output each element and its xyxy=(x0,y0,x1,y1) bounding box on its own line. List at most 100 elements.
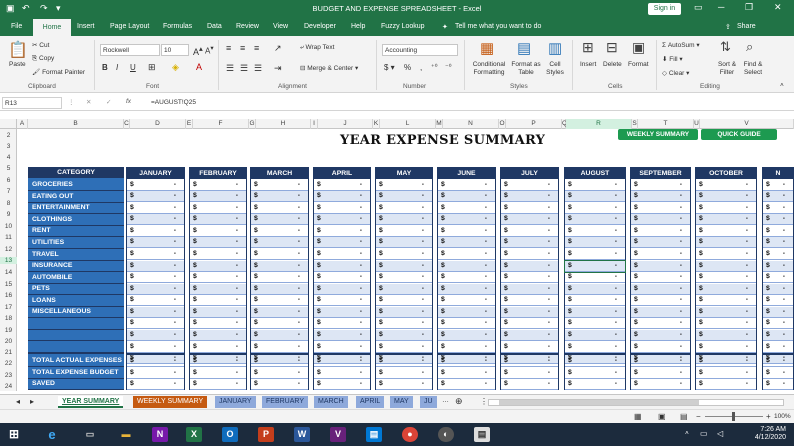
amount-cell[interactable]: $ - xyxy=(190,330,246,341)
tab-formulas[interactable]: Formulas xyxy=(163,23,192,30)
total-cell[interactable]: $ - xyxy=(631,379,690,390)
amount-cell[interactable]: $ - xyxy=(631,307,690,318)
amount-cell[interactable]: $ - xyxy=(190,180,246,191)
total-cell[interactable]: $ - xyxy=(763,368,793,379)
row-header[interactable]: 9 xyxy=(0,211,17,218)
amount-cell[interactable]: $ - xyxy=(763,237,793,248)
close-icon[interactable]: ✕ xyxy=(774,2,782,13)
align-bottom-icon[interactable]: ≡ xyxy=(254,43,259,53)
select-all-corner[interactable] xyxy=(0,119,17,129)
amount-cell[interactable]: $ - xyxy=(565,284,625,295)
total-cell[interactable]: $ - xyxy=(190,379,246,390)
amount-cell[interactable]: $ - xyxy=(565,342,625,353)
total-cell[interactable]: $ - xyxy=(251,368,308,379)
row-header[interactable]: 23 xyxy=(0,372,17,379)
row-header[interactable]: 20 xyxy=(0,338,17,345)
network-icon[interactable]: ▭ xyxy=(700,429,708,438)
tray-chevron-icon[interactable]: ˄ xyxy=(685,430,689,437)
amount-cell[interactable]: $ - xyxy=(501,295,558,306)
amount-cell[interactable]: $ - xyxy=(696,295,756,306)
tab-view[interactable]: View xyxy=(273,23,288,30)
amount-cell[interactable]: $ - xyxy=(696,203,756,214)
amount-cell[interactable]: $ - xyxy=(376,226,432,237)
amount-cell[interactable]: $ - xyxy=(501,203,558,214)
sheet-tab[interactable]: FEBRUARY xyxy=(262,396,308,408)
amount-cell[interactable]: $ - xyxy=(251,295,308,306)
cancel-icon[interactable]: ✕ xyxy=(86,98,91,106)
amount-cell[interactable]: $ - xyxy=(763,342,793,353)
amount-cell[interactable]: $ - xyxy=(631,203,690,214)
amount-cell[interactable]: $ - xyxy=(696,214,756,225)
font-name-box[interactable]: Rockwell xyxy=(100,44,160,56)
conditional-formatting-icon[interactable]: ▦ xyxy=(480,39,494,57)
amount-cell[interactable]: $ - xyxy=(376,214,432,225)
row-header[interactable]: 13 xyxy=(0,257,17,264)
amount-cell[interactable]: $ - xyxy=(376,203,432,214)
total-cell[interactable]: $ - xyxy=(438,368,495,379)
amount-cell[interactable]: $ - xyxy=(251,237,308,248)
amount-cell[interactable]: $ - xyxy=(438,295,495,306)
collapse-ribbon-icon[interactable]: ˄ xyxy=(780,82,784,89)
amount-cell[interactable]: $ - xyxy=(763,307,793,318)
amount-cell[interactable]: $ - xyxy=(376,330,432,341)
row-header[interactable]: 7 xyxy=(0,188,17,195)
column-header[interactable]: A xyxy=(17,119,28,129)
grow-font-icon[interactable]: A▴ xyxy=(193,44,203,57)
chrome-icon[interactable]: ● xyxy=(402,427,418,442)
total-cell[interactable]: $ - xyxy=(696,379,756,390)
format-cells-icon[interactable]: ▣ xyxy=(632,39,645,56)
underline-icon[interactable]: U xyxy=(130,63,136,72)
tab-review[interactable]: Review xyxy=(236,23,259,30)
amount-cell[interactable]: $ - xyxy=(565,307,625,318)
wrap-text-button[interactable]: ⤶ Wrap Text xyxy=(300,44,334,52)
amount-cell[interactable]: $ - xyxy=(565,226,625,237)
amount-cell[interactable]: $ - xyxy=(314,261,370,272)
amount-cell[interactable]: $ - xyxy=(314,226,370,237)
amount-cell[interactable]: $ - xyxy=(696,272,756,283)
amount-cell[interactable]: $ - xyxy=(314,203,370,214)
sheet-nav-right-icon[interactable]: ▸ xyxy=(30,397,34,406)
tab-page-layout[interactable]: Page Layout xyxy=(110,23,149,30)
amount-cell[interactable]: $ - xyxy=(251,214,308,225)
total-cell[interactable]: $ - xyxy=(376,368,432,379)
row-header[interactable]: 14 xyxy=(0,269,17,276)
amount-cell[interactable]: $ - xyxy=(696,249,756,260)
total-cell[interactable]: $ - xyxy=(127,379,184,390)
amount-cell[interactable]: $ - xyxy=(438,237,495,248)
amount-cell[interactable]: $ - xyxy=(438,261,495,272)
tab-data[interactable]: Data xyxy=(207,23,222,30)
align-center-icon[interactable]: ☰ xyxy=(240,63,248,74)
store-icon[interactable]: ▤ xyxy=(366,427,382,442)
amount-cell[interactable]: $ - xyxy=(763,226,793,237)
amount-cell[interactable]: $ - xyxy=(696,342,756,353)
amount-cell[interactable]: $ - xyxy=(127,214,184,225)
amount-cell[interactable]: $ - xyxy=(376,272,432,283)
amount-cell[interactable]: $ - xyxy=(127,191,184,202)
zoom-level[interactable]: 100% xyxy=(774,413,791,420)
amount-cell[interactable]: $ - xyxy=(565,203,625,214)
amount-cell[interactable]: $ - xyxy=(438,330,495,341)
amount-cell[interactable]: $ - xyxy=(251,284,308,295)
number-format-box[interactable]: Accounting xyxy=(382,44,458,56)
row-header[interactable]: 10 xyxy=(0,223,17,230)
amount-cell[interactable]: $ - xyxy=(376,284,432,295)
conditional-formatting-button[interactable]: Conditional Formatting xyxy=(469,61,509,77)
column-header[interactable]: I xyxy=(311,119,318,129)
column-header[interactable]: F xyxy=(193,119,249,129)
amount-cell[interactable]: $ - xyxy=(376,261,432,272)
amount-cell[interactable]: $ - xyxy=(190,226,246,237)
amount-cell[interactable]: $ - xyxy=(763,191,793,202)
amount-cell[interactable]: $ - xyxy=(696,307,756,318)
format-cells-button[interactable]: Format xyxy=(628,61,649,68)
amount-cell[interactable]: $ - xyxy=(763,318,793,329)
cut-button[interactable]: ✂ Cut xyxy=(32,41,49,49)
amount-cell[interactable]: $ - xyxy=(631,318,690,329)
percent-icon[interactable]: % xyxy=(404,63,411,72)
onenote-icon[interactable]: N xyxy=(152,427,168,442)
amount-cell[interactable]: $ - xyxy=(376,295,432,306)
column-header[interactable]: V xyxy=(700,119,794,129)
amount-cell[interactable]: $ - xyxy=(696,330,756,341)
weekly-summary-button[interactable]: WEEKLY SUMMARY xyxy=(618,129,698,140)
font-size-box[interactable]: 10 xyxy=(161,44,189,56)
sheet-tab[interactable]: MARCH xyxy=(314,396,348,408)
